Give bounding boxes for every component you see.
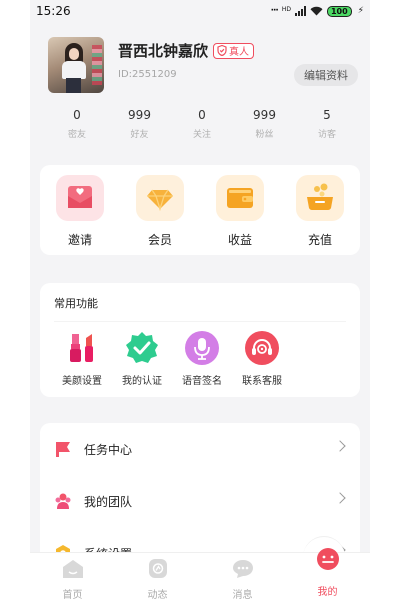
vip-diamond-icon [136,175,184,221]
wallet-item-income[interactable]: 收益 [209,175,271,255]
beauty-lipstick-icon [64,330,100,366]
func-voice-signature[interactable]: 语音签名 [170,330,234,387]
stat-label: 粉丝 [255,130,274,140]
stat-value: 999 [128,108,151,122]
stat-visitors[interactable]: 5 访客 [298,108,356,156]
wallet-label: 充值 [307,233,332,247]
tab-label: 消息 [232,590,253,600]
tab-label: 我的 [317,587,338,598]
status-bar: 15:26 ··· HD 100 ⚡ [30,0,370,22]
stat-label: 好友 [130,130,149,140]
user-id: ID:2551209 [118,69,177,80]
message-icon [232,560,253,578]
stat-friends[interactable]: 999 好友 [111,108,169,156]
flag-icon [56,442,70,457]
charging-icon: ⚡ [357,6,364,16]
avatar[interactable] [48,37,104,93]
func-beauty-settings[interactable]: 美颜设置 [50,330,114,387]
recharge-coins-icon [296,175,344,221]
more-dots-icon: ··· [270,6,279,16]
stat-value: 999 [253,108,276,122]
wallet-label: 会员 [147,233,172,247]
stat-close-friends[interactable]: 0 密友 [48,108,106,156]
tab-label: 动态 [147,590,168,600]
profile-screen: 15:26 ··· HD 100 ⚡ 晋西北钟嘉欣 真人 ID:2551209 … [30,0,370,600]
income-wallet-icon [216,175,264,221]
phone-frame: 15:26 ··· HD 100 ⚡ 晋西北钟嘉欣 真人 ID:2551209 … [0,0,400,600]
section-title: 常用功能 [54,295,346,322]
invite-envelope-icon [56,175,104,221]
status-icons: ··· HD 100 ⚡ [270,5,364,17]
verified-badge: 真人 [213,42,255,59]
stats-row: 0 密友 999 好友 0 关注 999 粉丝 5 访客 [30,100,370,156]
func-my-verification[interactable]: 我的认证 [110,330,174,387]
moments-icon [148,559,167,578]
chevron-right-icon [334,440,346,452]
wifi-icon [310,6,323,16]
func-label: 联系客服 [242,376,282,387]
menu-label: 我的团队 [84,494,133,509]
func-label: 美颜设置 [62,376,102,387]
stat-following[interactable]: 0 关注 [173,108,231,156]
menu-item-my-team[interactable]: 我的团队 [40,475,360,527]
profile-header: 晋西北钟嘉欣 真人 ID:2551209 编辑资料 [30,22,370,100]
wallet-item-invite[interactable]: 邀请 [49,175,111,255]
microphone-icon [184,330,220,366]
wallet-label: 邀请 [67,233,92,247]
stat-fans[interactable]: 999 粉丝 [236,108,294,156]
chevron-right-icon [334,492,346,504]
func-label: 语音签名 [182,376,222,387]
func-label: 我的认证 [122,376,162,387]
stat-value: 5 [323,108,331,122]
func-contact-support[interactable]: 联系客服 [230,330,294,387]
edit-profile-button[interactable]: 编辑资料 [294,64,358,86]
tab-profile[interactable]: 我的 [298,547,358,598]
stat-value: 0 [198,108,206,122]
stat-label: 关注 [192,130,211,140]
profile-face-icon [316,548,339,570]
verified-badge-icon [124,330,160,366]
headset-icon [244,330,280,366]
menu-label: 任务中心 [84,442,133,457]
wallet-label: 收益 [227,233,252,247]
menu-item-task-center[interactable]: 任务中心 [40,423,360,475]
signal-icon [294,6,306,16]
stat-label: 访客 [317,130,336,140]
home-icon [62,560,83,578]
wallet-item-recharge[interactable]: 充值 [289,175,351,255]
tab-label: 首页 [62,590,83,600]
team-icon [55,493,71,509]
network-type: HD [281,5,291,13]
tab-home[interactable]: 首页 [43,559,103,600]
user-name: 晋西北钟嘉欣 [118,42,209,60]
shield-icon [217,45,227,56]
stat-value: 0 [73,108,81,122]
common-functions-card: 常用功能 美颜设置 我的认证 语音签名 联系客服 [40,283,360,397]
verified-label: 真人 [229,47,250,58]
wallet-item-vip[interactable]: 会员 [129,175,191,255]
tab-moments[interactable]: 动态 [128,559,188,600]
status-time: 15:26 [36,4,71,18]
tab-messages[interactable]: 消息 [213,559,273,600]
battery-icon: 100 [326,5,352,17]
bottom-tab-bar: 首页 动态 消息 我的 [30,548,370,600]
wallet-card: 邀请 会员 收益 充值 [40,165,360,255]
stat-label: 密友 [67,130,86,140]
